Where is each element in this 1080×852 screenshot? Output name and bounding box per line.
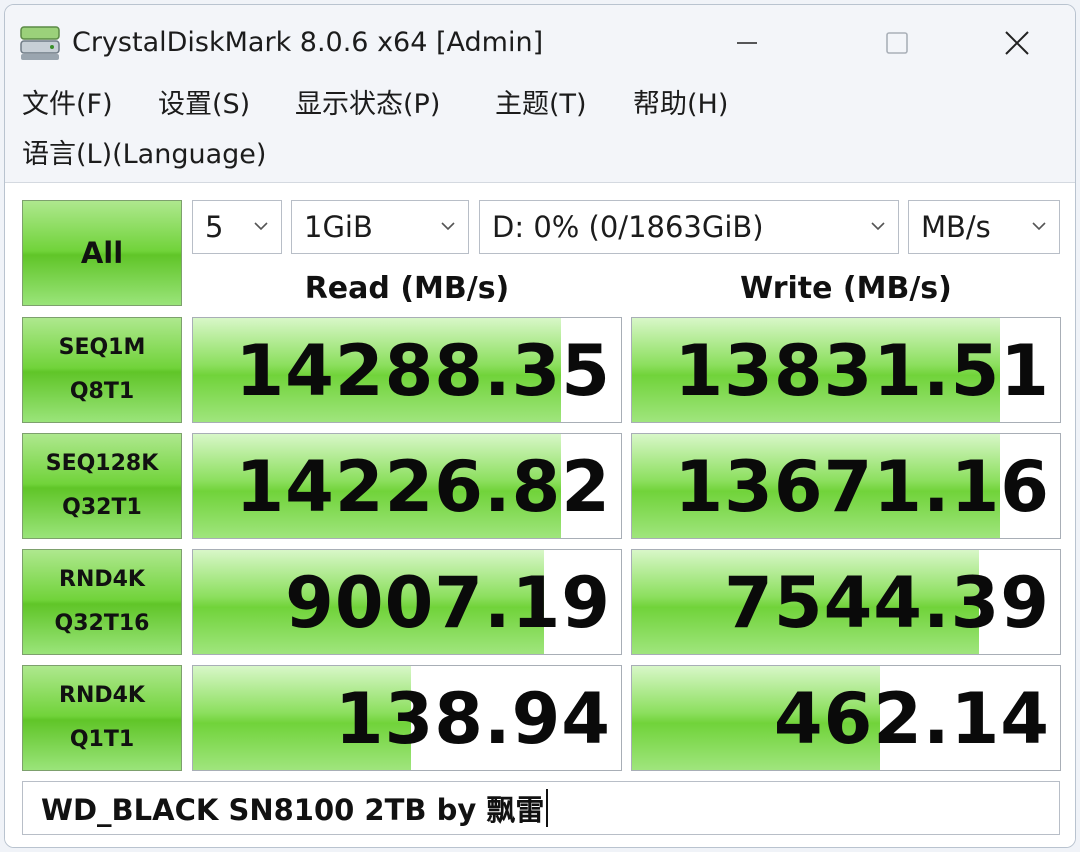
maximize-icon bbox=[886, 32, 908, 54]
test-label-line1: RND4K bbox=[59, 567, 145, 592]
test-button-seq1m-q8t1[interactable]: SEQ1M Q8T1 bbox=[22, 317, 182, 423]
menu-file[interactable]: 文件(F) bbox=[22, 87, 113, 123]
text-caret bbox=[546, 789, 549, 827]
read-result-seq128k-q32t1: 14226.82 bbox=[192, 433, 622, 539]
write-result-seq1m-q8t1: 13831.51 bbox=[631, 317, 1061, 423]
drive-select[interactable]: D: 0% (0/1863GiB) bbox=[479, 200, 899, 254]
test-size-select[interactable]: 1GiB bbox=[291, 200, 469, 254]
test-size-value: 1GiB bbox=[304, 210, 373, 244]
chevron-down-icon bbox=[1032, 222, 1046, 231]
window-title: CrystalDiskMark 8.0.6 x64 [Admin] bbox=[72, 27, 544, 58]
test-label-line1: SEQ1M bbox=[58, 335, 146, 360]
disk-icon bbox=[20, 26, 60, 60]
menu-display[interactable]: 显示状态(P) bbox=[295, 87, 440, 123]
test-label-line1: RND4K bbox=[59, 683, 145, 708]
close-button[interactable] bbox=[989, 19, 1045, 67]
write-result-seq128k-q32t1: 13671.16 bbox=[631, 433, 1061, 539]
menu-language[interactable]: 语言(L)(Language) bbox=[22, 137, 266, 173]
test-label-line2: Q8T1 bbox=[69, 379, 135, 404]
all-button[interactable]: All bbox=[22, 200, 182, 306]
read-result-rnd4k-q32t16: 9007.19 bbox=[192, 549, 622, 655]
benchmark-panel: All 5 1GiB D: 0% (0/1863GiB) MB/s Read (… bbox=[5, 183, 1075, 847]
write-value: 13671.16 bbox=[674, 446, 1050, 528]
write-header: Write (MB/s) bbox=[740, 271, 952, 306]
write-result-rnd4k-q32t16: 7544.39 bbox=[631, 549, 1061, 655]
comment-input[interactable]: WD_BLACK SN8100 2TB by 飘雷 bbox=[22, 781, 1060, 835]
title-bar[interactable]: CrystalDiskMark 8.0.6 x64 [Admin] bbox=[5, 5, 1075, 81]
read-header: Read (MB/s) bbox=[304, 271, 510, 306]
close-icon bbox=[1005, 31, 1029, 55]
unit-select[interactable]: MB/s bbox=[908, 200, 1060, 254]
menu-theme[interactable]: 主题(T) bbox=[495, 87, 587, 123]
test-label-line2: Q32T16 bbox=[54, 611, 150, 636]
test-button-rnd4k-q32t16[interactable]: RND4K Q32T16 bbox=[22, 549, 182, 655]
minimize-button[interactable] bbox=[719, 19, 775, 67]
comment-text: WD_BLACK SN8100 2TB by 飘雷 bbox=[41, 793, 545, 827]
read-value: 14226.82 bbox=[235, 446, 611, 528]
test-count-select[interactable]: 5 bbox=[192, 200, 282, 254]
unit-value: MB/s bbox=[921, 210, 991, 244]
test-label-line2: Q32T1 bbox=[62, 495, 142, 520]
chevron-down-icon bbox=[441, 222, 455, 231]
write-value: 7544.39 bbox=[724, 562, 1050, 644]
chevron-down-icon bbox=[871, 222, 885, 231]
menu-settings[interactable]: 设置(S) bbox=[158, 87, 250, 123]
test-label-line2: Q1T1 bbox=[69, 727, 135, 752]
chevron-down-icon bbox=[254, 222, 268, 231]
test-label-line1: SEQ128K bbox=[45, 451, 159, 476]
test-button-seq128k-q32t1[interactable]: SEQ128K Q32T1 bbox=[22, 433, 182, 539]
read-value: 138.94 bbox=[334, 678, 611, 760]
menu-bar: 文件(F) 设置(S) 显示状态(P) 主题(T) 帮助(H) 语言(L)(La… bbox=[5, 81, 1075, 183]
write-value: 462.14 bbox=[773, 678, 1050, 760]
menu-help[interactable]: 帮助(H) bbox=[633, 87, 728, 123]
write-result-rnd4k-q1t1: 462.14 bbox=[631, 665, 1061, 771]
write-value: 13831.51 bbox=[674, 330, 1050, 412]
maximize-button[interactable] bbox=[869, 19, 925, 67]
minimize-icon bbox=[737, 42, 757, 44]
read-value: 9007.19 bbox=[285, 562, 611, 644]
app-window: CrystalDiskMark 8.0.6 x64 [Admin] 文件(F) … bbox=[4, 4, 1076, 848]
read-result-seq1m-q8t1: 14288.35 bbox=[192, 317, 622, 423]
read-result-rnd4k-q1t1: 138.94 bbox=[192, 665, 622, 771]
test-button-rnd4k-q1t1[interactable]: RND4K Q1T1 bbox=[22, 665, 182, 771]
read-value: 14288.35 bbox=[235, 330, 611, 412]
drive-value: D: 0% (0/1863GiB) bbox=[492, 210, 764, 244]
test-count-value: 5 bbox=[205, 210, 224, 244]
